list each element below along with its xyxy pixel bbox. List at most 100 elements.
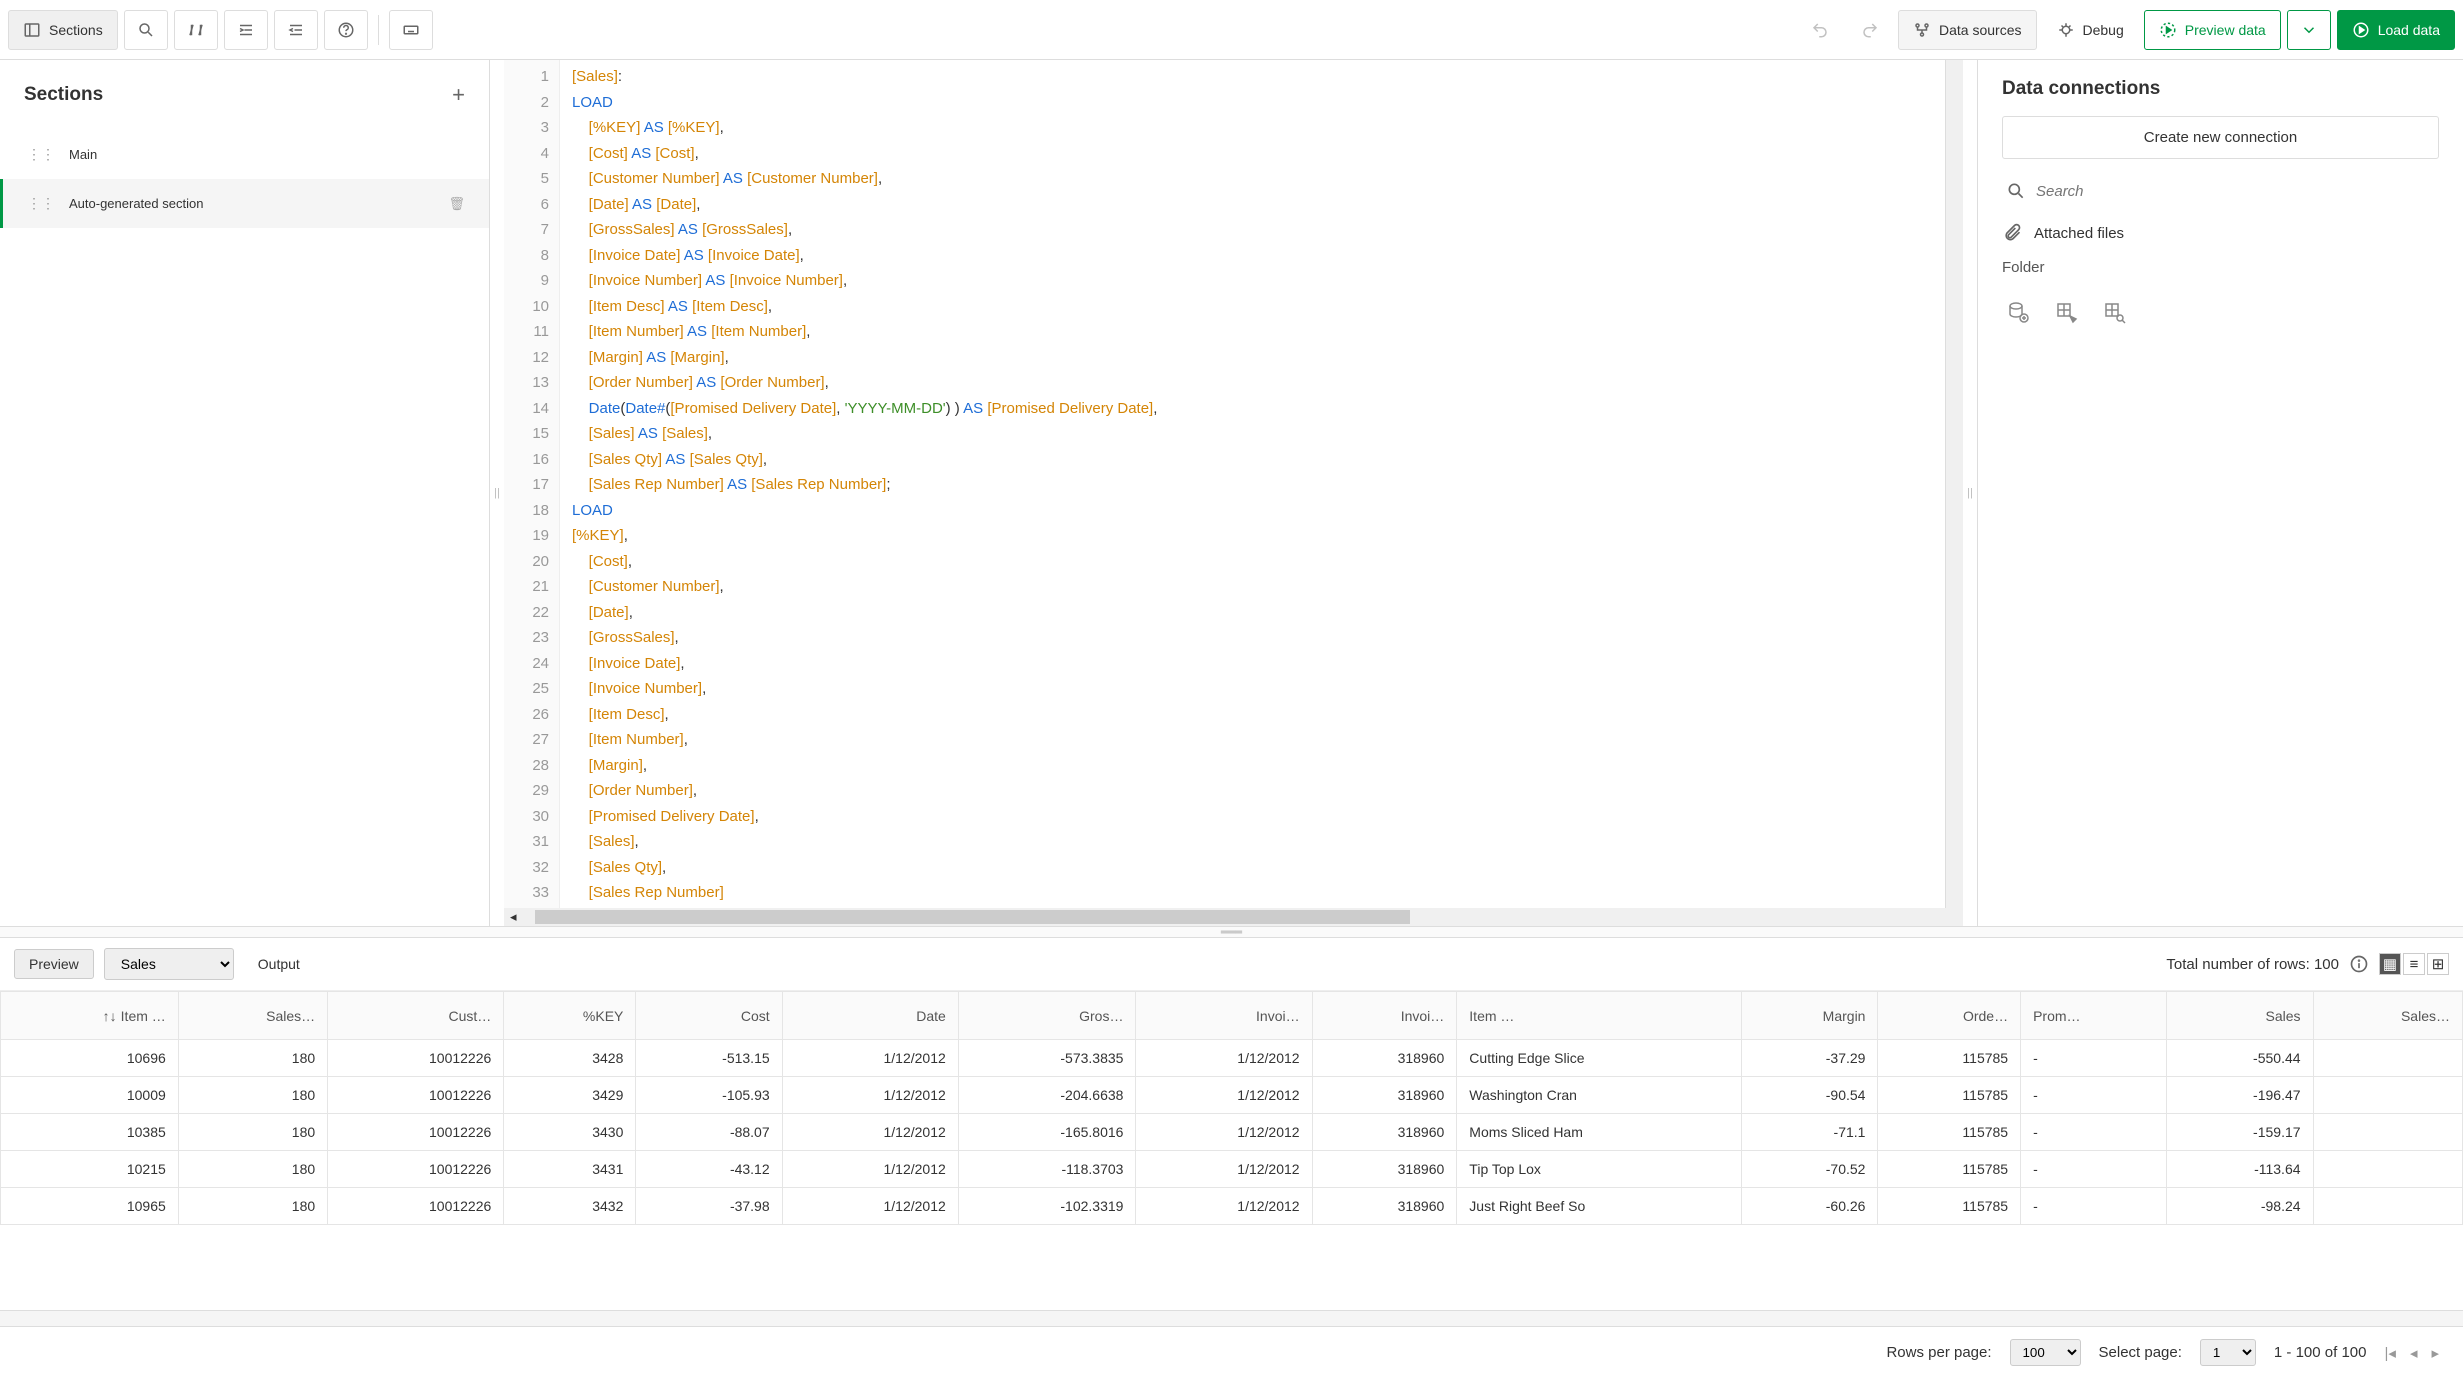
- grid-view-toggle[interactable]: ⊞: [2427, 953, 2449, 975]
- code-area[interactable]: [Sales]:LOAD [%KEY] AS [%KEY], [Cost] AS…: [560, 60, 1945, 908]
- search-icon: [137, 21, 155, 39]
- info-icon[interactable]: [2349, 954, 2369, 974]
- panel-icon: [23, 21, 41, 39]
- vertical-scrollbar[interactable]: [1945, 60, 1963, 908]
- column-header[interactable]: Sales…: [2313, 992, 2462, 1040]
- next-page[interactable]: ▸: [2431, 1344, 2439, 1362]
- horizontal-scrollbar[interactable]: ◂: [504, 908, 1963, 926]
- table-row[interactable]: 10965180100122263432-37.981/12/2012-102.…: [1, 1188, 2463, 1225]
- page-range: 1 - 100 of 100: [2274, 1344, 2367, 1361]
- column-header[interactable]: Date: [782, 992, 958, 1040]
- select-page-label: Select page:: [2099, 1344, 2182, 1361]
- column-header[interactable]: %KEY: [504, 992, 636, 1040]
- column-header[interactable]: Sales: [2167, 992, 2313, 1040]
- sections-title: Sections: [24, 84, 103, 106]
- connection-search-input[interactable]: [2036, 183, 2435, 200]
- select-data-icon[interactable]: [2054, 300, 2078, 324]
- code-editor[interactable]: 1234567891011121314151617181920212223242…: [504, 60, 1963, 926]
- table-select[interactable]: Sales: [104, 948, 234, 980]
- sections-button[interactable]: Sections: [8, 10, 118, 50]
- comment-icon: [187, 21, 205, 39]
- load-label: Load data: [2378, 22, 2440, 38]
- comment-button[interactable]: [174, 10, 218, 50]
- column-header[interactable]: Item …: [1457, 992, 1741, 1040]
- attached-files-label: Attached files: [2034, 225, 2124, 242]
- delete-icon[interactable]: 🗑: [448, 196, 465, 212]
- folder-label: Folder: [2002, 259, 2439, 276]
- pagination-footer: Rows per page: 100 Select page: 1 1 - 10…: [0, 1326, 2463, 1378]
- list-view-toggle[interactable]: ≡: [2403, 953, 2425, 975]
- redo-button[interactable]: [1848, 10, 1892, 50]
- rows-per-page-label: Rows per page:: [1886, 1344, 1991, 1361]
- view-data-icon[interactable]: [2102, 300, 2126, 324]
- rows-per-page-select[interactable]: 100: [2010, 1339, 2081, 1366]
- load-data-button[interactable]: Load data: [2337, 10, 2455, 50]
- column-header[interactable]: ↑↓Item …: [1, 992, 179, 1040]
- help-icon: [337, 21, 355, 39]
- help-button[interactable]: [324, 10, 368, 50]
- table-row[interactable]: 10009180100122263429-105.931/12/2012-204…: [1, 1077, 2463, 1114]
- indent-button[interactable]: [224, 10, 268, 50]
- play-icon: [2352, 21, 2370, 39]
- search-button[interactable]: [124, 10, 168, 50]
- preview-icon: [2159, 21, 2177, 39]
- undo-icon: [1811, 21, 1829, 39]
- total-rows-label: Total number of rows: 100: [2166, 956, 2339, 973]
- undo-button[interactable]: [1798, 10, 1842, 50]
- section-item[interactable]: ⋮⋮ Auto-generated section 🗑: [0, 179, 489, 228]
- select-page-select[interactable]: 1: [2200, 1339, 2256, 1366]
- separator: [378, 15, 379, 45]
- table-row[interactable]: 10385180100122263430-88.071/12/2012-165.…: [1, 1114, 2463, 1151]
- section-label: Auto-generated section: [69, 196, 203, 211]
- column-header[interactable]: Invoi…: [1312, 992, 1457, 1040]
- column-header[interactable]: Orde…: [1878, 992, 2021, 1040]
- line-gutter: 1234567891011121314151617181920212223242…: [504, 60, 560, 908]
- chevron-down-icon: [2300, 21, 2318, 39]
- table-scrollbar[interactable]: [0, 1310, 2463, 1326]
- indent-icon: [237, 21, 255, 39]
- add-section-button[interactable]: +: [452, 82, 465, 108]
- prev-page[interactable]: ◂: [2410, 1344, 2418, 1362]
- column-header[interactable]: Cust…: [328, 992, 504, 1040]
- column-header[interactable]: Gros…: [958, 992, 1136, 1040]
- add-data-icon[interactable]: [2006, 300, 2030, 324]
- section-label: Main: [69, 147, 97, 162]
- debug-icon: [2057, 21, 2075, 39]
- sections-sidebar: Sections + ⋮⋮ Main ⋮⋮ Auto-generated sectio…: [0, 60, 490, 926]
- right-resizer[interactable]: ||: [1963, 60, 1977, 926]
- outdent-icon: [287, 21, 305, 39]
- data-sources-button[interactable]: Data sources: [1898, 10, 2036, 50]
- connections-title: Data connections: [2002, 78, 2439, 100]
- table-row[interactable]: 10696180100122263428-513.151/12/2012-573…: [1, 1040, 2463, 1077]
- keyboard-button[interactable]: [389, 10, 433, 50]
- first-page[interactable]: |◂: [2385, 1344, 2396, 1362]
- toolbar: Sections: [0, 0, 2463, 60]
- preview-tab[interactable]: Preview: [14, 949, 94, 979]
- output-tab[interactable]: Output: [244, 950, 314, 978]
- column-header[interactable]: Sales…: [178, 992, 327, 1040]
- redo-icon: [1861, 21, 1879, 39]
- data-connections-panel: Data connections Create new connection A…: [1977, 60, 2463, 926]
- column-header[interactable]: Prom…: [2021, 992, 2167, 1040]
- drag-handle-icon[interactable]: ⋮⋮: [27, 146, 55, 163]
- column-header[interactable]: Margin: [1741, 992, 1878, 1040]
- data-sources-label: Data sources: [1939, 22, 2021, 38]
- preview-dropdown[interactable]: [2287, 10, 2331, 50]
- drag-handle-icon[interactable]: ⋮⋮: [27, 195, 55, 212]
- left-resizer[interactable]: ||: [490, 60, 504, 926]
- sections-label: Sections: [49, 22, 103, 38]
- preview-label: Preview data: [2185, 22, 2266, 38]
- search-icon: [2006, 181, 2026, 201]
- table-row[interactable]: 10215180100122263431-43.121/12/2012-118.…: [1, 1151, 2463, 1188]
- debug-button[interactable]: Debug: [2043, 10, 2138, 50]
- column-header[interactable]: Cost: [636, 992, 782, 1040]
- create-connection-button[interactable]: Create new connection: [2002, 116, 2439, 159]
- table-view-toggle[interactable]: ▦: [2379, 953, 2401, 975]
- outdent-button[interactable]: [274, 10, 318, 50]
- attachment-icon: [2002, 223, 2022, 243]
- horizontal-splitter[interactable]: ═══: [0, 926, 2463, 938]
- datasource-icon: [1913, 21, 1931, 39]
- column-header[interactable]: Invoi…: [1136, 992, 1312, 1040]
- section-item[interactable]: ⋮⋮ Main: [0, 130, 489, 179]
- preview-data-button[interactable]: Preview data: [2144, 10, 2281, 50]
